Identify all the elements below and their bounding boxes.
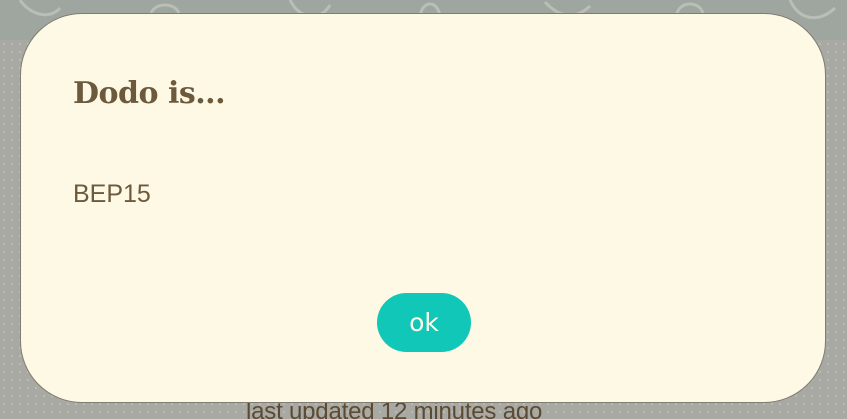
dialog-title: Dodo is... [73, 76, 226, 111]
dialog-message: BEP15 [73, 180, 151, 208]
alert-dialog: Dodo is... BEP15 ok [20, 13, 826, 403]
ok-button[interactable]: ok [377, 293, 471, 352]
